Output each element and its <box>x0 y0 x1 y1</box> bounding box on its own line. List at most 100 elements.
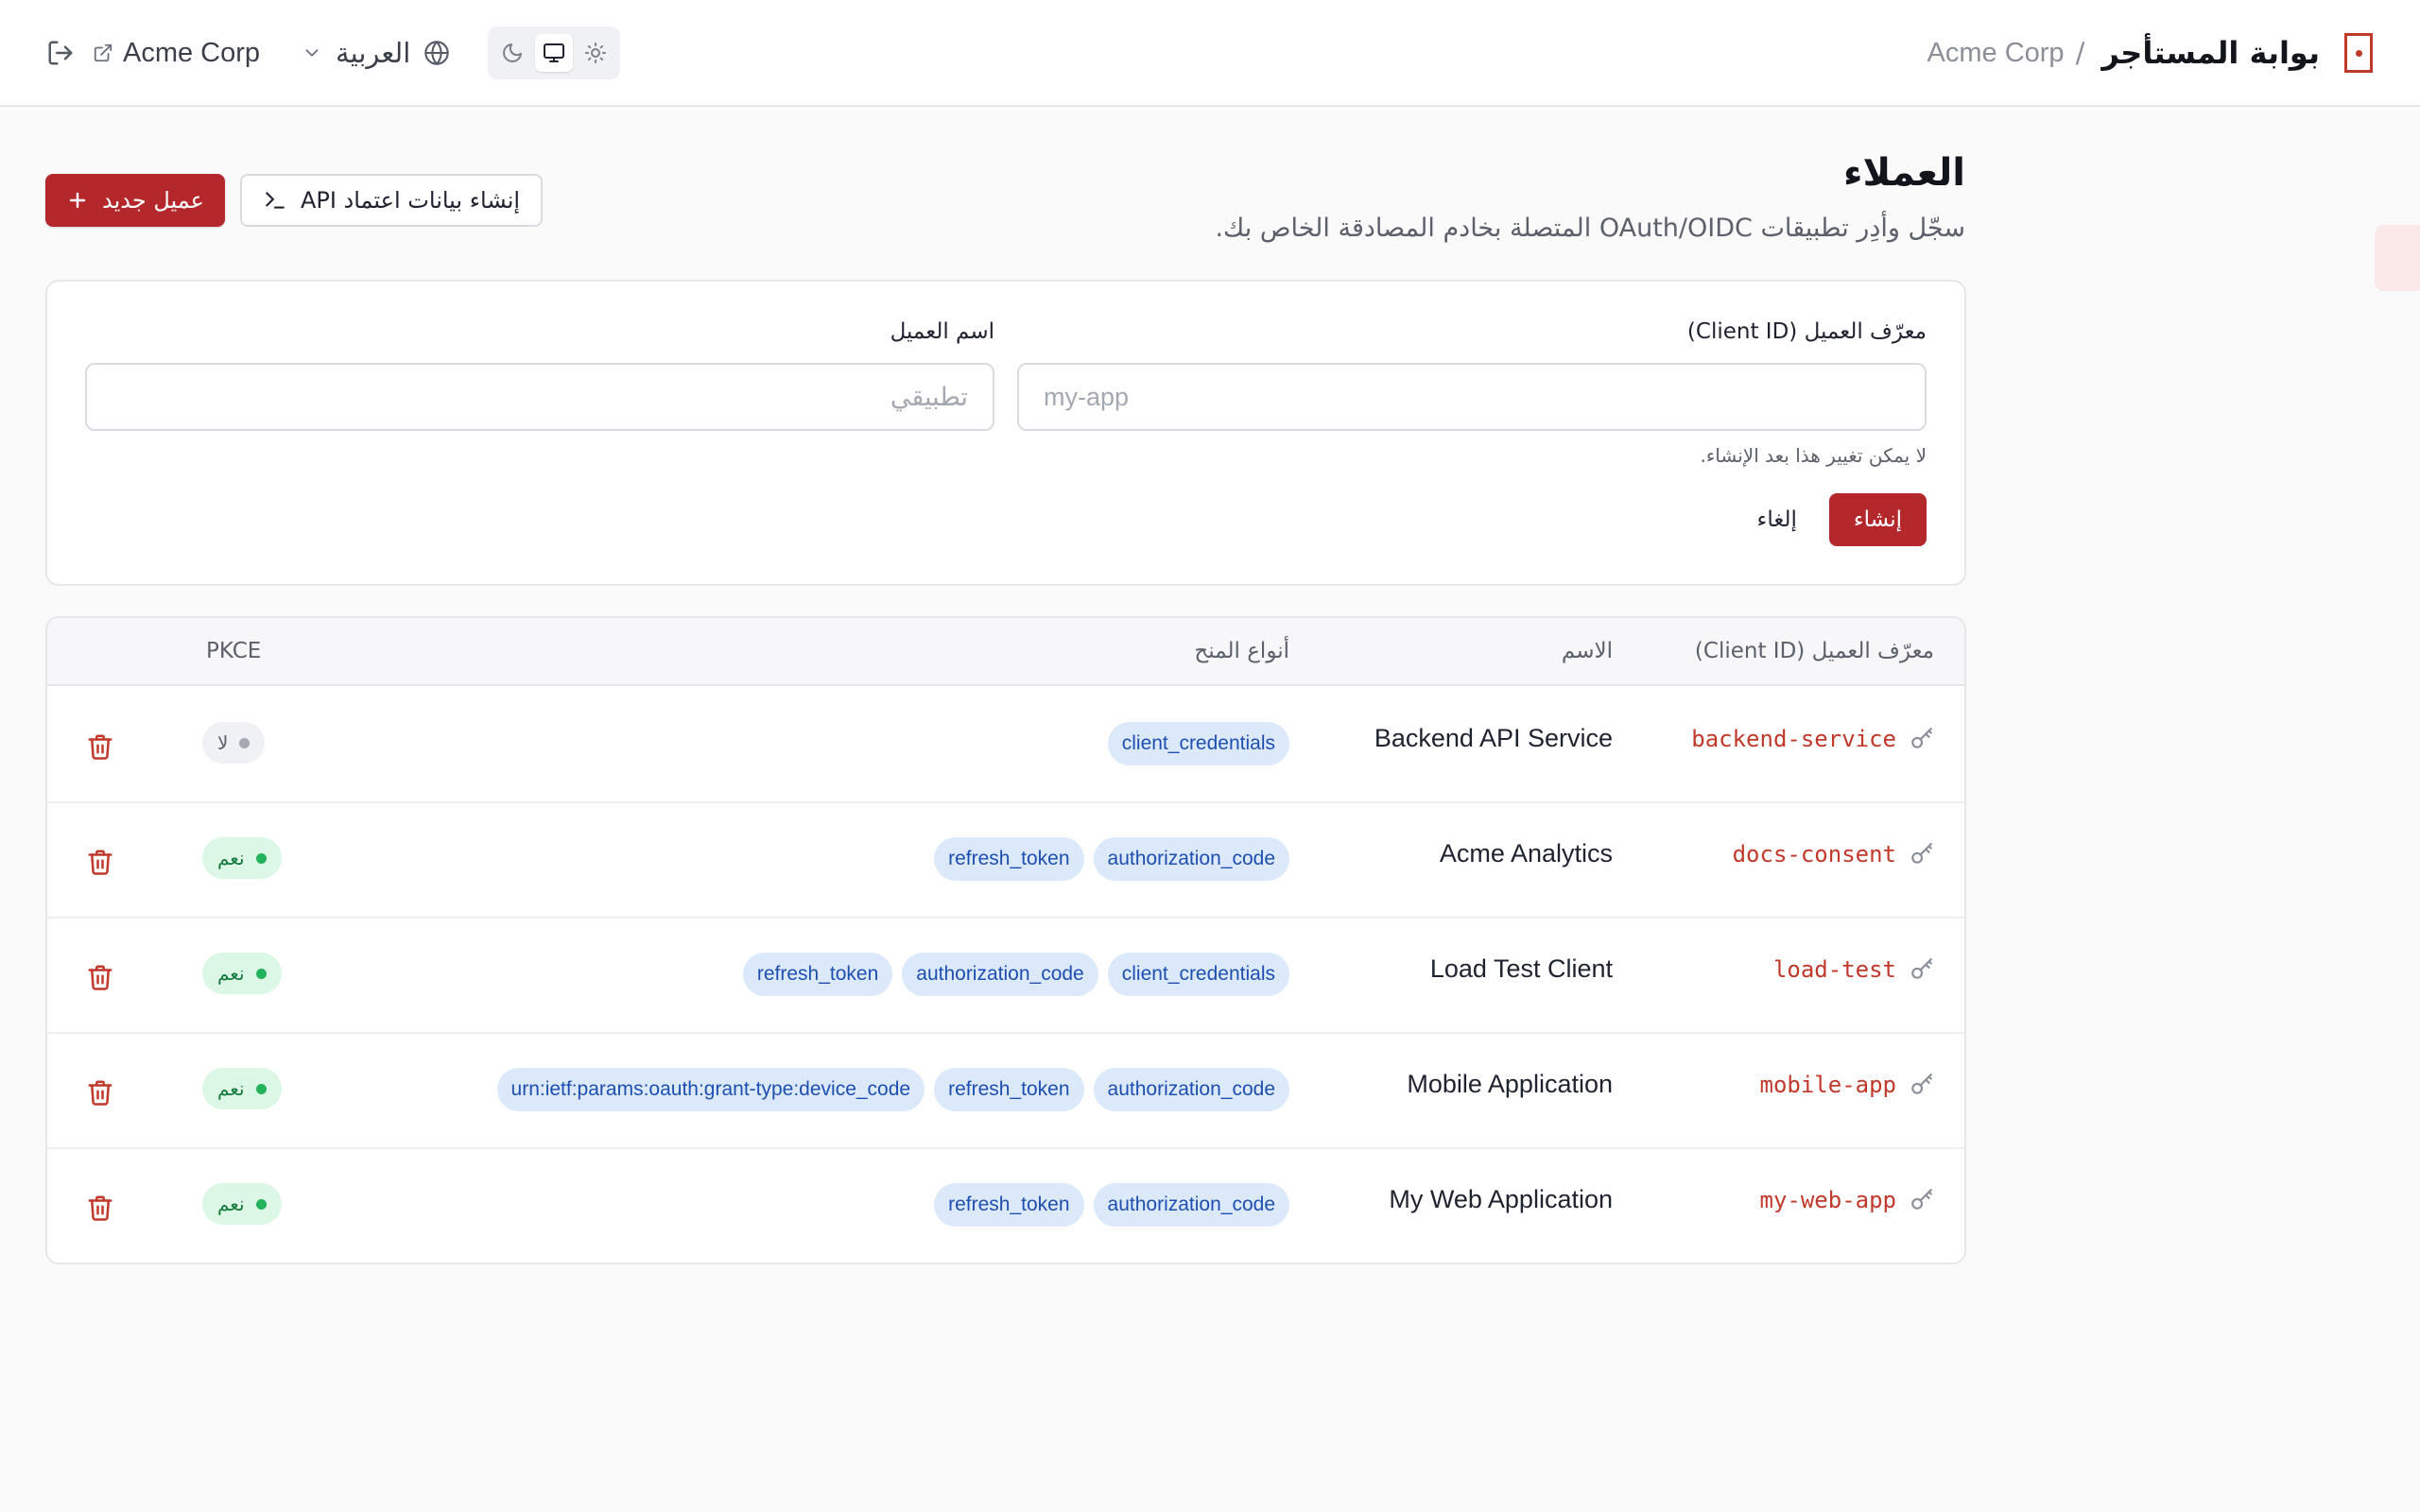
client-name-label: اسم العميل <box>890 319 994 344</box>
client-id-value[interactable]: load-test <box>1773 956 1896 983</box>
trash-icon <box>88 1195 112 1221</box>
create-button[interactable]: إنشاء <box>1828 493 1927 546</box>
new-client-form: معرّف العميل (Client ID) لا يمكن تغيير ه… <box>45 280 1966 586</box>
delete-client-button[interactable] <box>81 1074 119 1111</box>
status-dot-icon <box>255 852 267 864</box>
client-id-cell: load-test <box>1773 956 1934 983</box>
terminal-icon <box>266 192 285 209</box>
logout-button[interactable] <box>38 30 83 76</box>
client-id-cell: backend-service <box>1691 726 1934 752</box>
pkce-cell: نعم <box>202 837 282 879</box>
pkce-status-label: لا <box>217 731 229 754</box>
cancel-button[interactable]: إلغاء <box>1750 507 1805 532</box>
client-id-label: معرّف العميل (Client ID) <box>1686 319 1927 344</box>
org-link-label: Acme Corp <box>123 37 261 68</box>
table-row[interactable]: load-test Load Test Client client_creden… <box>47 919 1964 1034</box>
pkce-cell: نعم <box>202 1068 282 1109</box>
pkce-status-badge: لا <box>202 722 266 764</box>
grant-types-cell: authorization_code refresh_token <box>934 1183 1289 1227</box>
grant-type-badge: refresh_token <box>934 1183 1084 1227</box>
breadcrumb-separator: / <box>2075 37 2085 69</box>
moon-icon <box>503 43 523 62</box>
key-icon <box>1911 843 1932 864</box>
grant-type-badge: authorization_code <box>1093 1068 1289 1111</box>
client-id-input[interactable] <box>1017 363 1927 431</box>
trash-icon <box>88 1080 112 1106</box>
client-id-value[interactable]: docs-consent <box>1733 841 1896 868</box>
status-dot-icon <box>255 1083 267 1094</box>
grant-types-cell: client_credentials authorization_code refr… <box>742 953 1289 996</box>
chevron-down-icon <box>305 49 319 57</box>
delete-client-button[interactable] <box>81 958 119 996</box>
side-drawer-tab[interactable] <box>2375 225 2420 291</box>
client-id-cell: mobile-app <box>1760 1072 1935 1098</box>
pkce-status-badge: نعم <box>202 837 282 879</box>
clients-table: معرّف العميل (Client ID) الاسم أنواع الم… <box>45 616 1966 1264</box>
theme-system-button[interactable] <box>535 34 574 72</box>
table-row[interactable]: backend-service Backend API Service clie… <box>47 688 1964 803</box>
page-title: العملاء <box>1843 151 1965 195</box>
grant-type-badge: client_credentials <box>1107 722 1289 765</box>
grant-type-badge: authorization_code <box>902 953 1098 996</box>
logout-icon <box>48 41 73 65</box>
grant-type-badge: authorization_code <box>1093 1183 1289 1227</box>
grant-type-badge: urn:ietf:params:oauth:grant-type:device_… <box>496 1068 925 1111</box>
client-id-hint: لا يمكن تغيير هذا بعد الإنشاء. <box>1700 444 1927 467</box>
new-client-button[interactable]: عميل جديد <box>45 174 225 227</box>
globe-icon <box>424 41 450 65</box>
create-api-credentials-button[interactable]: إنشاء بيانات اعتماد API <box>239 174 544 227</box>
delete-client-button[interactable] <box>81 728 119 765</box>
pkce-status-badge: نعم <box>202 1183 282 1225</box>
client-id-value[interactable]: mobile-app <box>1760 1072 1897 1098</box>
key-icon <box>1911 1074 1932 1094</box>
client-name-cell: My Web Application <box>1389 1185 1613 1213</box>
org-external-link[interactable]: Acme Corp <box>93 38 260 69</box>
grant-type-badge: refresh_token <box>934 837 1084 881</box>
page-actions: عميل جديد إنشاء بيانات اعتماد API <box>45 174 544 227</box>
status-dot-icon <box>255 1198 267 1210</box>
client-id-value[interactable]: backend-service <box>1691 726 1896 752</box>
plus-icon <box>69 192 86 209</box>
table-row[interactable]: mobile-app Mobile Application authorizat… <box>47 1034 1964 1149</box>
theme-light-button[interactable] <box>577 34 614 72</box>
header-controls: Acme Corp العربية <box>38 26 621 79</box>
language-label: العربية <box>336 37 411 69</box>
pkce-status-label: نعم <box>217 847 245 869</box>
monitor-icon <box>544 43 565 62</box>
pkce-status-badge: نعم <box>202 953 282 994</box>
key-icon <box>1911 728 1932 748</box>
pkce-status-label: نعم <box>217 1077 245 1100</box>
pkce-status-label: نعم <box>217 962 245 985</box>
brand[interactable]: بوابة المستأجر / Acme Corp <box>1927 28 2373 77</box>
grant-types-cell: client_credentials <box>1107 722 1289 765</box>
delete-client-button[interactable] <box>81 1189 119 1227</box>
bracket-logo-icon <box>2344 33 2373 73</box>
key-icon <box>1911 958 1932 979</box>
table-row[interactable]: my-web-app My Web Application authorizat… <box>47 1149 1964 1263</box>
client-id-cell: my-web-app <box>1760 1187 1935 1213</box>
pkce-status-badge: نعم <box>202 1068 282 1109</box>
external-link-icon <box>94 43 112 62</box>
table-row[interactable]: docs-consent Acme Analytics authorizatio… <box>47 803 1964 919</box>
grant-type-badge: client_credentials <box>1107 953 1289 996</box>
grant-types-cell: authorization_code refresh_token <box>934 837 1289 881</box>
column-header-grant-types: أنواع المنح <box>1194 639 1289 663</box>
pkce-cell: لا <box>202 722 266 764</box>
form-actions: إنشاء إلغاء <box>1750 493 1927 546</box>
theme-switcher <box>488 26 621 79</box>
theme-dark-button[interactable] <box>493 34 531 72</box>
client-id-value[interactable]: my-web-app <box>1760 1187 1897 1213</box>
grant-types-cell: authorization_code refresh_token urn:ietf:… <box>496 1068 1289 1111</box>
client-name-cell: Backend API Service <box>1374 724 1613 752</box>
client-name-cell: Mobile Application <box>1407 1070 1613 1098</box>
top-bar: بوابة المستأجر / Acme Corp Acme Corp الع… <box>0 0 2420 107</box>
brand-title: بوابة المستأجر <box>2101 35 2320 71</box>
pkce-cell: نعم <box>202 1183 282 1225</box>
delete-client-button[interactable] <box>81 843 119 881</box>
grant-type-badge: authorization_code <box>1093 837 1289 881</box>
language-select[interactable]: العربية <box>302 37 450 69</box>
trash-icon <box>88 850 112 875</box>
new-client-label: عميل جديد <box>102 187 204 214</box>
client-name-input[interactable] <box>85 363 994 431</box>
table-header: معرّف العميل (Client ID) الاسم أنواع الم… <box>47 618 1964 686</box>
